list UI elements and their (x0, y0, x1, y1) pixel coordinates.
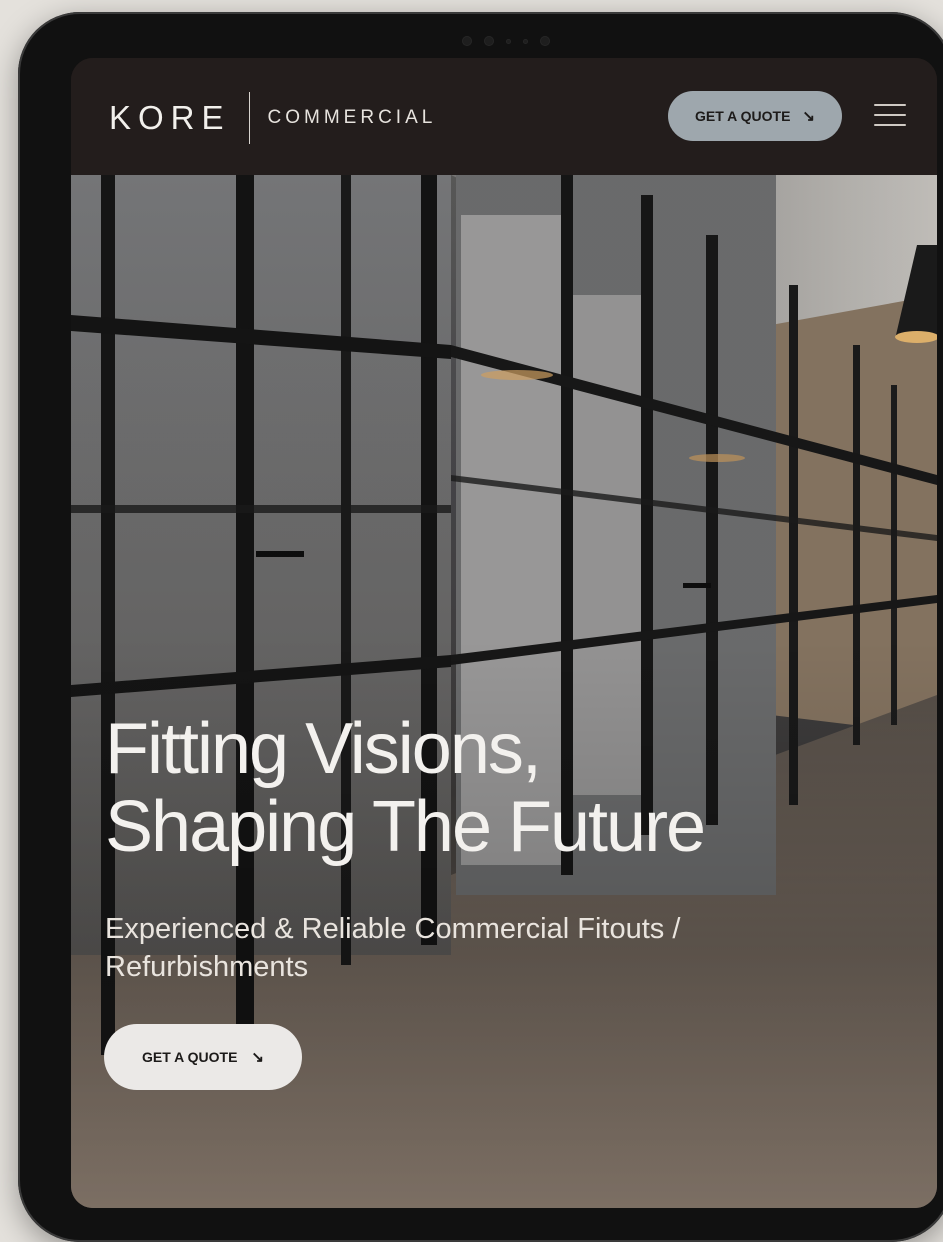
camera-bar (436, 30, 576, 52)
arrow-down-right-icon: ↘ (251, 1049, 264, 1066)
website-screen: KORE COMMERCIAL GET A QUOTE ↘ Fitting Vi… (71, 58, 937, 1208)
site-header: KORE COMMERCIAL GET A QUOTE ↘ (71, 58, 937, 175)
header-get-quote-button[interactable]: GET A QUOTE ↘ (668, 91, 842, 141)
logo-divider (248, 92, 250, 144)
hero-get-quote-button[interactable]: GET A QUOTE ↘ (104, 1024, 302, 1090)
hero-section: Fitting Visions, Shaping The Future Expe… (71, 175, 937, 1208)
arrow-down-right-icon: ↘ (802, 108, 815, 125)
hero-headline: Fitting Visions, Shaping The Future (105, 710, 925, 866)
kore-logo[interactable]: KORE COMMERCIAL (109, 92, 437, 144)
hero-get-quote-label: GET A QUOTE (142, 1049, 238, 1065)
header-get-quote-label: GET A QUOTE (695, 108, 791, 124)
hero-subheading: Experienced & Reliable Commercial Fitout… (105, 913, 681, 983)
logo-subtitle: COMMERCIAL (267, 107, 437, 128)
hero-headline-line-1: Fitting Visions, (105, 709, 542, 789)
tablet-frame: KORE COMMERCIAL GET A QUOTE ↘ Fitting Vi… (18, 12, 943, 1242)
hamburger-menu-icon[interactable] (874, 104, 906, 126)
logo-wordmark: KORE (109, 99, 231, 136)
hero-headline-line-2: Shaping The Future (105, 787, 706, 867)
